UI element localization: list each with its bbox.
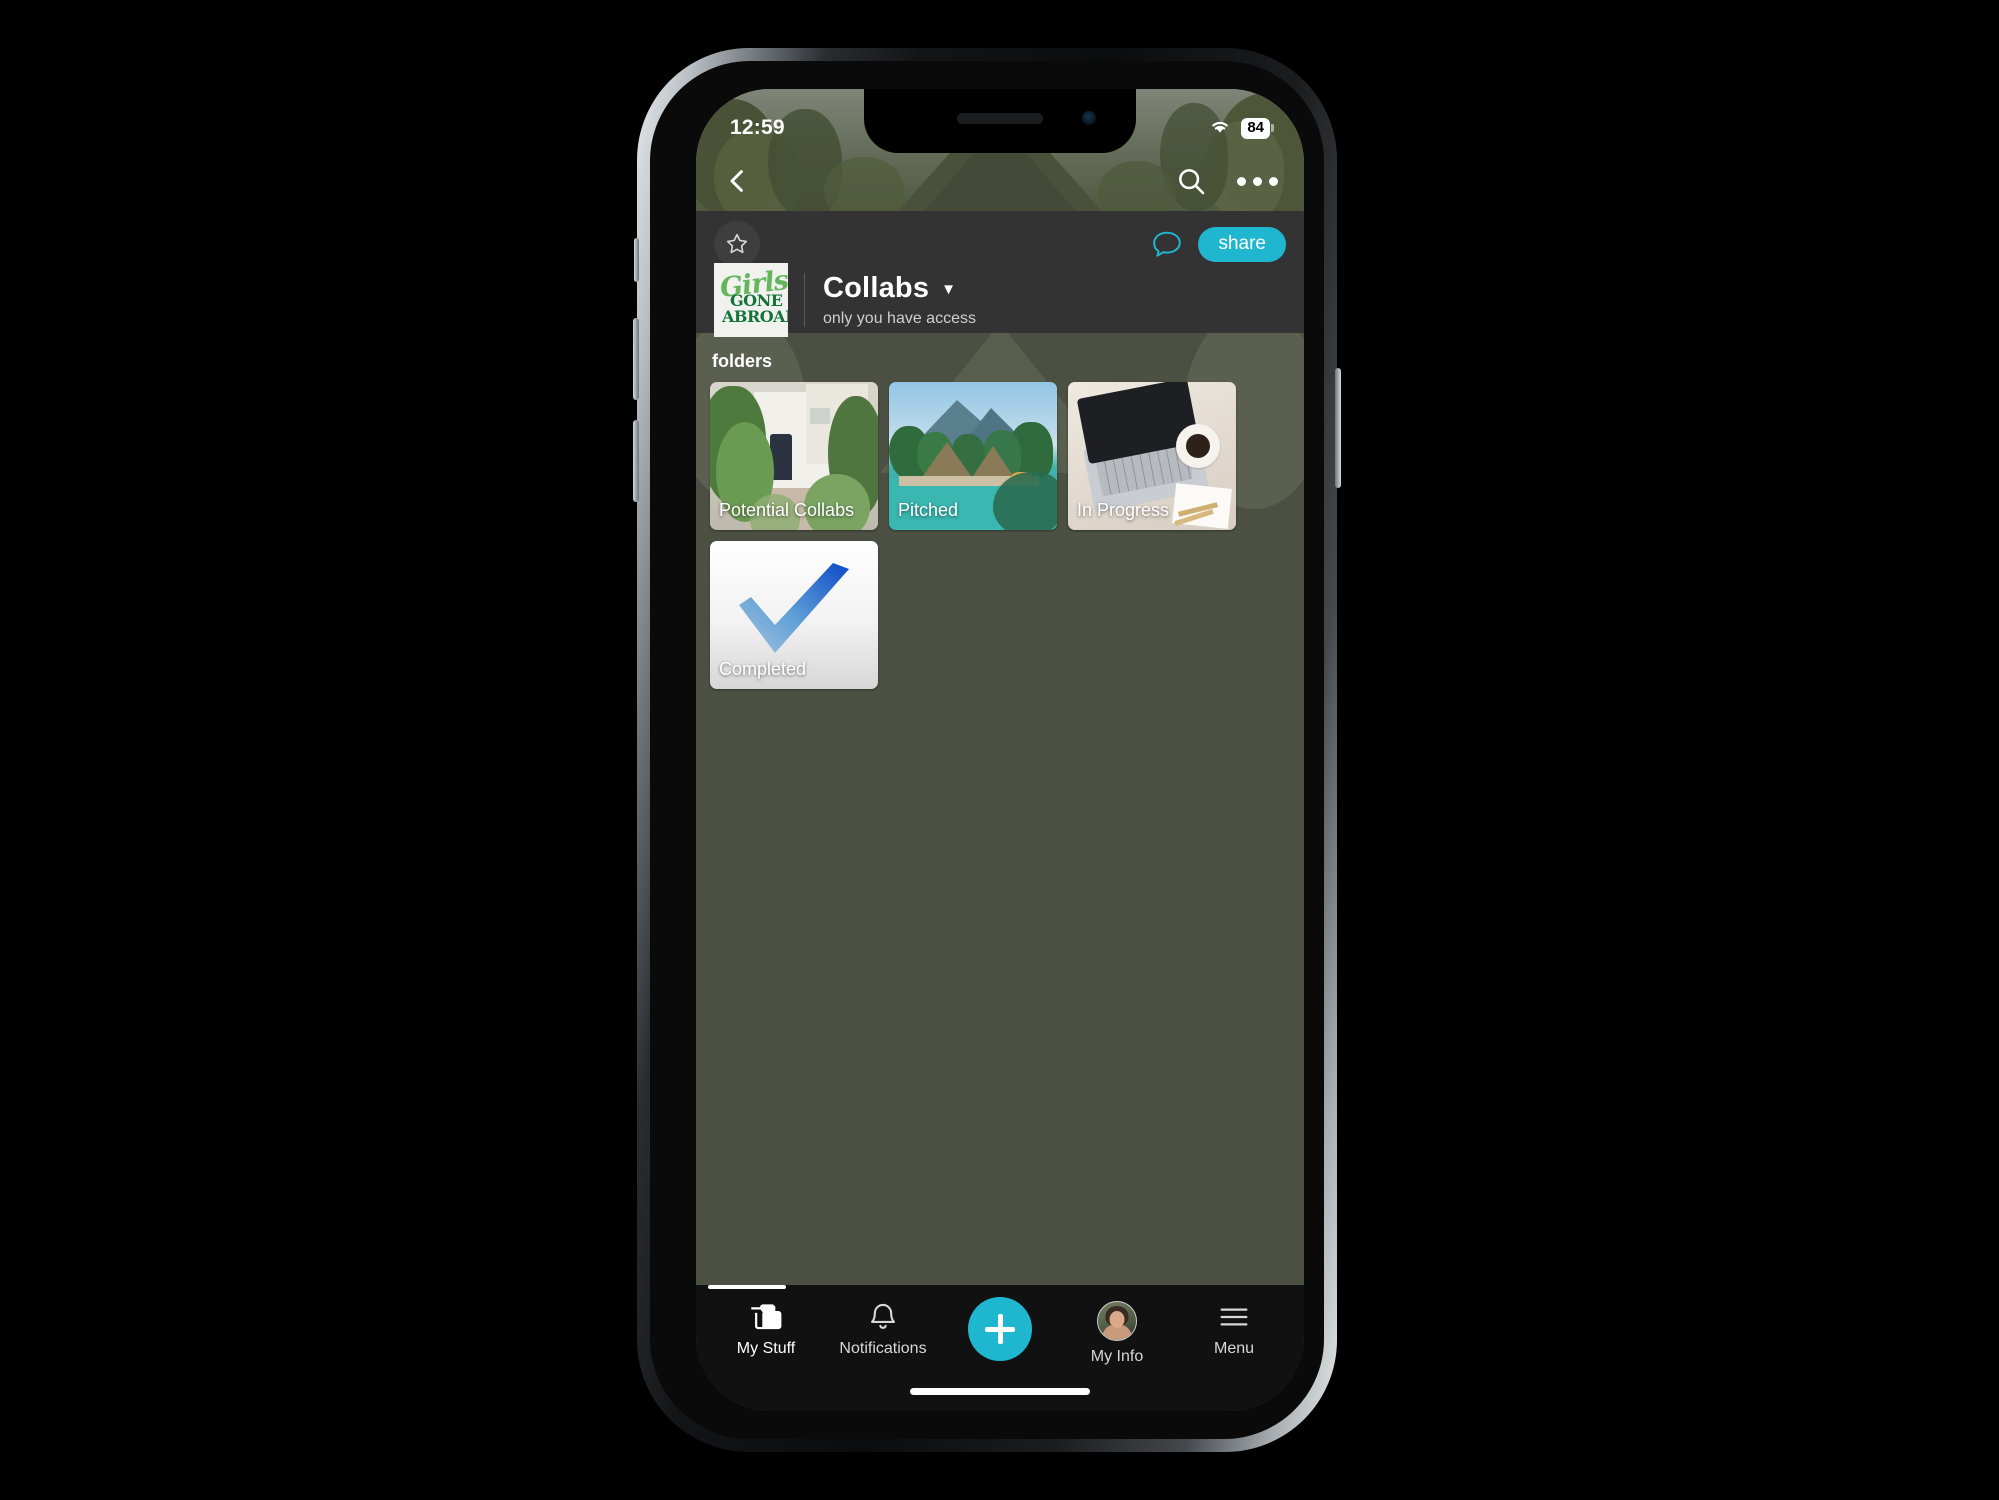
thumb-shape (810, 408, 830, 424)
header-right-actions: share (1150, 226, 1286, 262)
chevron-down-icon[interactable]: ▼ (941, 282, 956, 297)
workspace-logo: Girls GONE ABROAD (714, 263, 788, 337)
folder-label: Potential Collabs (719, 500, 855, 521)
checkmark-icon (739, 563, 849, 654)
screenshot-canvas: 12:59 84 share Girls GONE ABROA Collabs … (0, 0, 1999, 1500)
document-header: share Girls GONE ABROAD Collabs (696, 211, 1304, 337)
folder-card-completed[interactable]: Completed (710, 541, 878, 689)
phone-screen: 12:59 84 share Girls GONE ABROA Collabs … (696, 89, 1304, 1411)
folder-card-pitched[interactable]: Pitched (889, 382, 1057, 530)
access-subtitle: only you have access (823, 310, 976, 327)
silent-switch[interactable] (634, 238, 639, 282)
chevron-left-icon (730, 170, 743, 192)
volume-up-button[interactable] (633, 318, 639, 400)
phone-device-frame: 12:59 84 share Girls GONE ABROA Collabs … (633, 48, 1341, 1452)
folder-card-potential-collabs[interactable]: Potential Collabs (710, 382, 878, 530)
hero-navigation-bar (696, 151, 1304, 211)
front-camera (1082, 111, 1096, 125)
folder-card-in-progress[interactable]: In Progress (1068, 382, 1236, 530)
back-button[interactable] (722, 166, 752, 196)
avatar-face (1109, 1311, 1125, 1328)
comment-bubble-icon (1153, 231, 1182, 257)
avatar (1097, 1301, 1137, 1341)
folder-label: In Progress (1077, 500, 1170, 521)
logo-line-3: ABROAD (722, 307, 788, 326)
plus-vertical (997, 1314, 1003, 1344)
folders-section-label: folders (712, 351, 773, 371)
star-outline-icon (726, 233, 748, 254)
folder-label: Completed (719, 659, 807, 680)
hamburger-menu-icon (1220, 1308, 1248, 1326)
tab-my-stuff[interactable]: My Stuff (718, 1301, 814, 1358)
plus-icon (968, 1297, 1032, 1361)
tab-label: My Stuff (736, 1340, 796, 1357)
header-divider (804, 273, 805, 327)
thumb-shape (923, 442, 971, 476)
active-tab-indicator (708, 1285, 786, 1289)
page-title: Collabs (823, 272, 930, 304)
folder-icon (751, 1304, 782, 1330)
more-horizontal-icon (1237, 176, 1246, 186)
earpiece-speaker (957, 113, 1043, 124)
tab-label: Notifications (839, 1340, 927, 1357)
home-indicator[interactable] (910, 1388, 1090, 1395)
more-horizontal-icon (1269, 176, 1278, 186)
tab-menu[interactable]: Menu (1186, 1301, 1282, 1358)
search-icon (1179, 169, 1205, 195)
header-title-block: Collabs ▼ only you have access (823, 272, 976, 328)
share-button[interactable]: share (1198, 226, 1286, 262)
tab-list: My Stuff Notifications My Info Menu (696, 1285, 1304, 1366)
tab-notifications[interactable]: Notifications (835, 1301, 931, 1358)
device-notch (864, 89, 1136, 153)
search-button[interactable] (1175, 165, 1207, 197)
more-options-button[interactable] (1237, 176, 1278, 186)
tab-label: My Info (1090, 1348, 1144, 1365)
more-horizontal-icon (1253, 176, 1262, 186)
comments-button[interactable] (1150, 228, 1184, 260)
power-button[interactable] (1335, 368, 1341, 488)
folders-grid: Potential Collabs Pitched In Progress Co… (696, 382, 1304, 689)
thumb-shape (1186, 434, 1210, 458)
add-button[interactable] (952, 1297, 1048, 1361)
title-row[interactable]: Collabs ▼ (823, 272, 976, 305)
tab-my-info[interactable]: My Info (1069, 1301, 1165, 1366)
thumb-shape (973, 446, 1013, 476)
phone-bezel: 12:59 84 share Girls GONE ABROA Collabs … (650, 61, 1324, 1439)
favorite-button[interactable] (714, 221, 760, 267)
folder-label: Pitched (898, 500, 959, 521)
bell-icon (871, 1303, 895, 1329)
content-body: folders Potential Collabs Pitched In Pro… (696, 333, 1304, 1285)
volume-down-button[interactable] (633, 420, 639, 502)
tab-label: Menu (1213, 1340, 1255, 1357)
header-title-row: Girls GONE ABROAD Collabs ▼ only you hav… (696, 263, 1304, 337)
header-actions-row: share (696, 211, 1304, 269)
